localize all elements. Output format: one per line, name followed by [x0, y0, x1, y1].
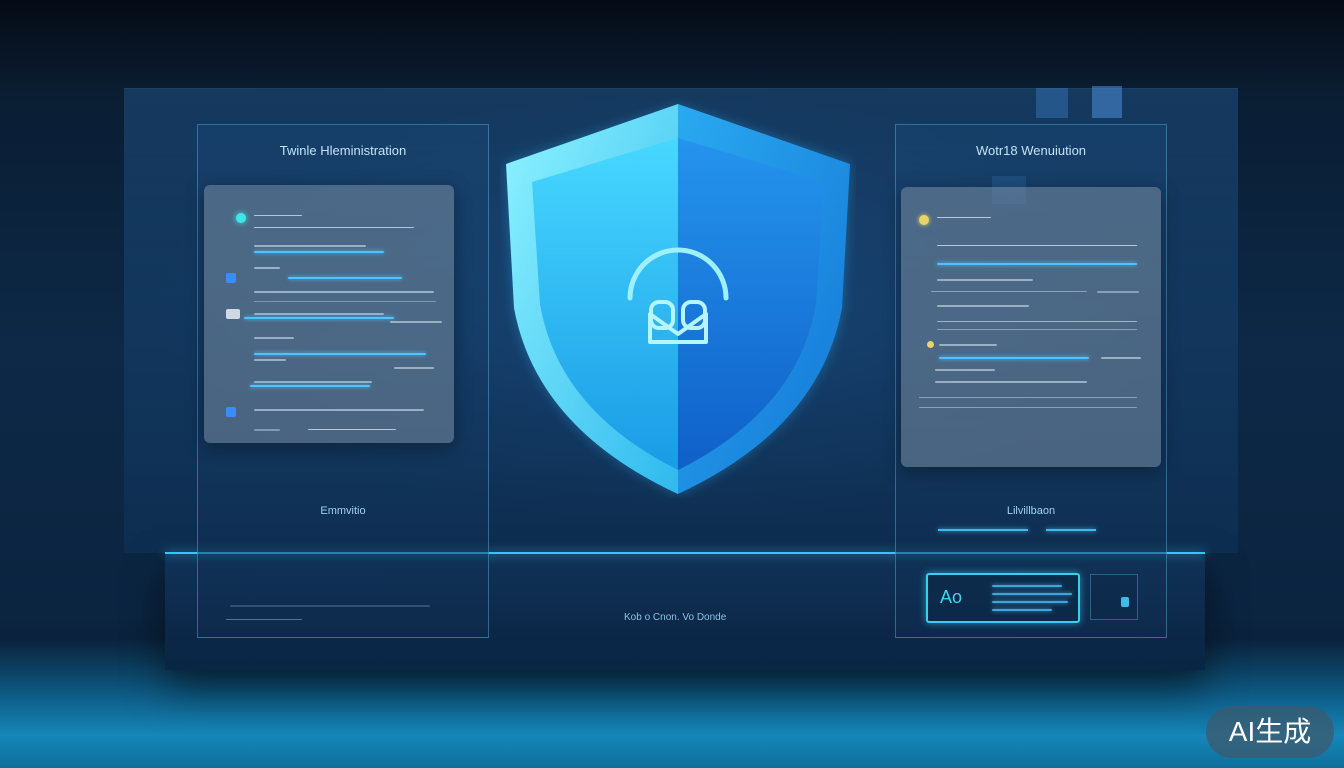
tab-underline	[1046, 529, 1096, 531]
code-line	[992, 593, 1072, 595]
lock-code: Ao	[940, 587, 963, 607]
text-line	[937, 305, 1029, 307]
document-icon	[226, 309, 240, 319]
text-line	[254, 429, 280, 431]
status-dot-icon	[919, 215, 929, 225]
text-line	[935, 381, 1087, 383]
progress-bar	[288, 277, 402, 279]
shield-icon	[506, 104, 850, 494]
status-dot-icon	[236, 213, 246, 223]
folder-icon	[226, 407, 236, 417]
text-line	[254, 313, 384, 315]
text-line	[937, 321, 1137, 322]
left-panel-title: Twinle Hleministration	[279, 143, 407, 158]
text-line	[937, 217, 991, 218]
text-line	[937, 329, 1137, 330]
text-line	[935, 369, 995, 371]
text-line	[254, 227, 414, 228]
progress-bar	[254, 251, 384, 253]
right-panel-footer: Lilvillbaon	[1006, 505, 1056, 517]
text-line	[254, 337, 294, 339]
code-line	[992, 601, 1068, 603]
decor-tile	[1092, 86, 1122, 118]
text-line	[254, 291, 434, 293]
text-line	[254, 381, 372, 383]
right-info-card	[901, 187, 1161, 467]
tab-underline	[938, 529, 1028, 531]
text-line	[939, 344, 997, 346]
key-icon	[1121, 597, 1129, 607]
text-line	[1097, 291, 1139, 293]
access-code-widget[interactable]: Ao	[926, 573, 1080, 623]
left-panel: Twinle Hleministration Emmvitio	[197, 124, 489, 638]
right-panel: Wotr18 Wenuiution Lilvillbaon	[895, 124, 1167, 638]
text-line	[254, 409, 424, 411]
ai-generated-badge: AI生成	[1206, 706, 1334, 758]
progress-bar	[939, 357, 1089, 359]
text-line	[937, 279, 1033, 281]
code-line	[992, 585, 1062, 587]
text-line	[254, 267, 280, 269]
text-line	[226, 619, 302, 620]
code-line	[992, 609, 1052, 611]
divider	[254, 301, 436, 302]
progress-bar	[250, 385, 370, 387]
left-panel-footer: Emmvitio	[320, 505, 366, 517]
file-icon	[226, 273, 236, 283]
text-line	[390, 321, 442, 323]
text-line	[254, 359, 286, 361]
progress-bar	[937, 263, 1137, 265]
divider	[931, 291, 1087, 292]
progress-bar	[254, 353, 426, 355]
text-line	[308, 429, 396, 430]
right-panel-title: Wotr18 Wenuiution	[975, 143, 1087, 158]
baseline	[230, 605, 430, 607]
text-line	[919, 407, 1137, 408]
text-line	[394, 367, 434, 369]
text-line	[254, 245, 366, 247]
text-line	[254, 215, 302, 216]
left-info-card	[204, 185, 454, 443]
key-widget[interactable]	[1090, 574, 1138, 620]
status-dot-icon	[927, 341, 934, 348]
progress-bar	[244, 317, 394, 319]
bottom-caption: Kob o Cnon. Vo Donde	[624, 612, 727, 623]
text-line	[919, 397, 1137, 398]
text-line	[1101, 357, 1141, 359]
decor-tile	[1036, 88, 1068, 118]
text-line	[937, 245, 1137, 246]
